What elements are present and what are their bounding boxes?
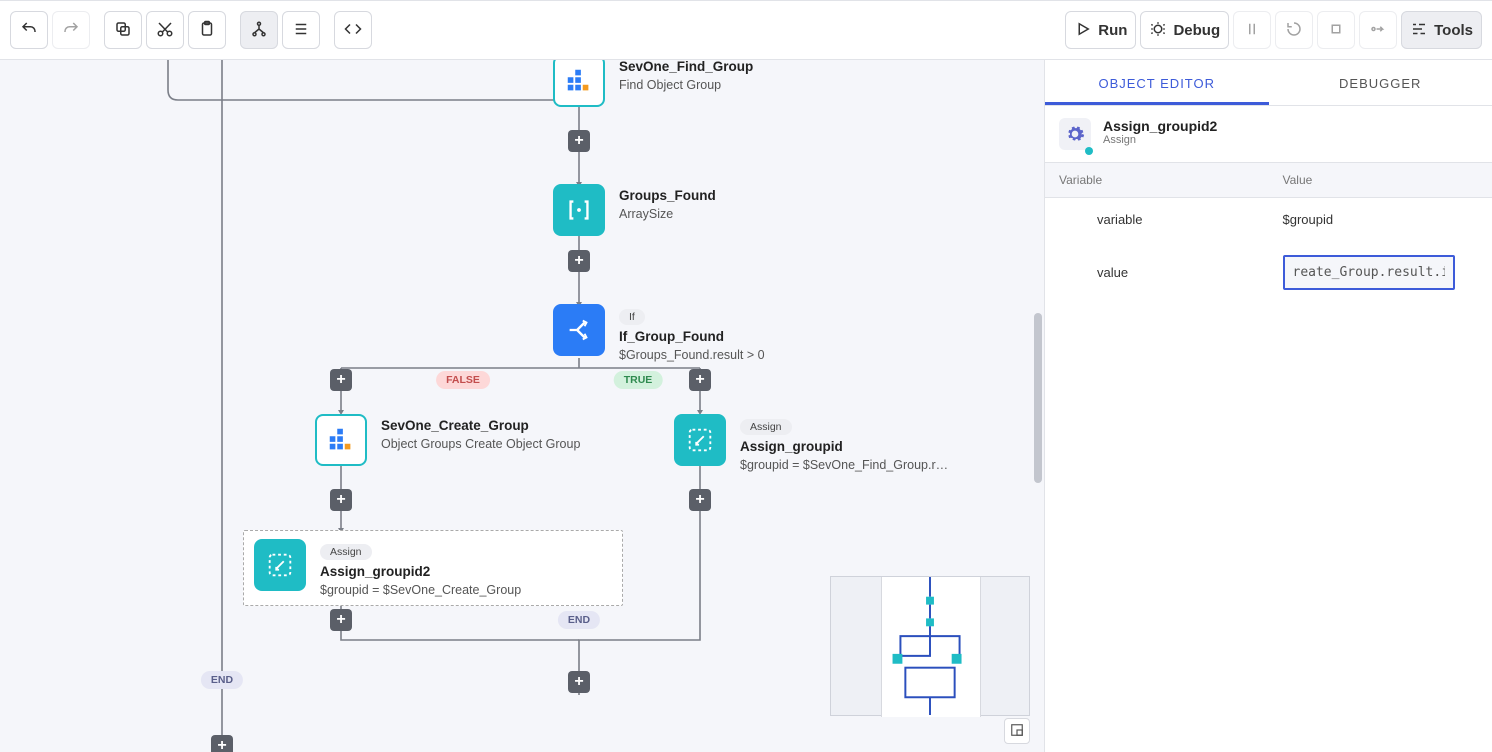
node-title: Assign_groupid xyxy=(740,439,955,454)
branch-true-label: TRUE xyxy=(614,371,663,389)
code-view-button[interactable] xyxy=(334,11,372,49)
tools-icon xyxy=(1410,20,1428,41)
tools-label: Tools xyxy=(1434,22,1473,39)
add-node-button[interactable]: + xyxy=(689,369,711,391)
top-toolbar: Run Debug Tools xyxy=(0,0,1492,60)
add-node-button[interactable]: + xyxy=(330,489,352,511)
selected-object-title: Assign_groupid2 xyxy=(1103,118,1217,134)
tab-object-editor[interactable]: OBJECT EDITOR xyxy=(1045,60,1269,105)
prop-key: variable xyxy=(1045,198,1269,242)
restart-button[interactable] xyxy=(1275,11,1313,49)
node-subtitle: ArraySize xyxy=(619,207,716,221)
col-value: Value xyxy=(1269,163,1492,198)
connector-icon xyxy=(553,60,605,107)
add-node-button[interactable]: + xyxy=(568,671,590,693)
redo-icon xyxy=(62,20,80,41)
cut-icon xyxy=(156,20,174,41)
clipboard-icon xyxy=(198,20,216,41)
list-icon xyxy=(292,20,310,41)
tree-icon xyxy=(250,20,268,41)
node-if-group-found[interactable]: If If_Group_Found $Groups_Found.result >… xyxy=(553,304,765,362)
assign-icon xyxy=(254,539,306,591)
array-size-icon xyxy=(553,184,605,236)
add-node-button[interactable]: + xyxy=(568,130,590,152)
play-icon xyxy=(1074,20,1092,41)
prop-row-variable[interactable]: variable $groupid xyxy=(1045,198,1492,242)
node-sevone-find-group[interactable]: SevOne_Find_Group Find Object Group xyxy=(553,60,753,107)
copy-icon xyxy=(114,20,132,41)
tools-button[interactable]: Tools xyxy=(1401,11,1482,49)
node-sevone-create-group[interactable]: SevOne_Create_Group Object Groups Create… xyxy=(315,414,580,466)
node-assign-groupid[interactable]: Assign Assign_groupid $groupid = $SevOne… xyxy=(674,414,955,472)
code-icon xyxy=(344,20,362,41)
debug-button[interactable]: Debug xyxy=(1140,11,1229,49)
value-input[interactable] xyxy=(1283,255,1455,290)
add-node-button[interactable]: + xyxy=(330,369,352,391)
node-groups-found[interactable]: Groups_Found ArraySize xyxy=(553,184,716,236)
node-type-badge: If xyxy=(619,309,645,325)
pause-icon xyxy=(1243,20,1261,41)
node-title: Assign_groupid2 xyxy=(320,564,521,579)
selected-object-type: Assign xyxy=(1103,134,1217,146)
cut-button[interactable] xyxy=(146,11,184,49)
node-subtitle: $groupid = $SevOne_Create_Group xyxy=(320,583,521,597)
copy-button[interactable] xyxy=(104,11,142,49)
minimap[interactable] xyxy=(830,576,1030,716)
stop-icon xyxy=(1327,20,1345,41)
branch-false-label: FALSE xyxy=(436,371,490,389)
add-node-button[interactable]: + xyxy=(568,250,590,272)
node-subtitle: Find Object Group xyxy=(619,78,753,92)
node-title: Groups_Found xyxy=(619,188,716,203)
undo-icon xyxy=(20,20,38,41)
node-assign-groupid2[interactable]: Assign Assign_groupid2 $groupid = $SevOn… xyxy=(243,530,623,606)
branch-end-label: END xyxy=(201,671,243,689)
add-node-button[interactable]: + xyxy=(330,609,352,631)
node-subtitle: $Groups_Found.result > 0 xyxy=(619,348,765,362)
tree-view-button[interactable] xyxy=(240,11,278,49)
node-subtitle: $groupid = $SevOne_Find_Group.result.c… xyxy=(740,458,955,472)
add-node-button[interactable]: + xyxy=(689,489,711,511)
step-over-icon xyxy=(1369,20,1387,41)
node-title: SevOne_Find_Group xyxy=(619,60,753,74)
restart-icon xyxy=(1285,20,1303,41)
step-button[interactable] xyxy=(1359,11,1397,49)
list-view-button[interactable] xyxy=(282,11,320,49)
node-type-badge: Assign xyxy=(740,419,792,435)
right-panel: OBJECT EDITOR DEBUGGER Assign_groupid2 A… xyxy=(1044,60,1492,752)
pause-button[interactable] xyxy=(1233,11,1271,49)
properties-table: Variable Value variable $groupid value xyxy=(1045,162,1492,304)
selected-object-header: Assign_groupid2 Assign xyxy=(1045,106,1492,162)
debug-label: Debug xyxy=(1173,22,1220,39)
run-button[interactable]: Run xyxy=(1065,11,1136,49)
run-label: Run xyxy=(1098,22,1127,39)
redo-button[interactable] xyxy=(52,11,90,49)
prop-value: $groupid xyxy=(1269,198,1492,242)
node-title: SevOne_Create_Group xyxy=(381,418,580,433)
node-title: If_Group_Found xyxy=(619,329,765,344)
gear-icon xyxy=(1059,118,1091,150)
tab-debugger[interactable]: DEBUGGER xyxy=(1269,60,1492,105)
undo-button[interactable] xyxy=(10,11,48,49)
node-subtitle: Object Groups Create Object Group xyxy=(381,437,580,451)
prop-key: value xyxy=(1045,241,1269,304)
connector-icon xyxy=(315,414,367,466)
minimap-toggle-button[interactable] xyxy=(1004,718,1030,744)
node-type-badge: Assign xyxy=(320,544,372,560)
assign-icon xyxy=(674,414,726,466)
paste-button[interactable] xyxy=(188,11,226,49)
stop-button[interactable] xyxy=(1317,11,1355,49)
branch-end-label: END xyxy=(558,611,600,629)
minimap-icon xyxy=(1010,723,1024,740)
add-node-button[interactable]: + xyxy=(211,735,233,752)
col-variable: Variable xyxy=(1045,163,1269,198)
canvas-scrollbar[interactable] xyxy=(1034,313,1042,483)
prop-row-value[interactable]: value xyxy=(1045,241,1492,304)
flow-canvas[interactable]: + + + + + + + + + FALSE TRUE END END Sev… xyxy=(0,60,1044,752)
bug-icon xyxy=(1149,20,1167,41)
branch-icon xyxy=(553,304,605,356)
